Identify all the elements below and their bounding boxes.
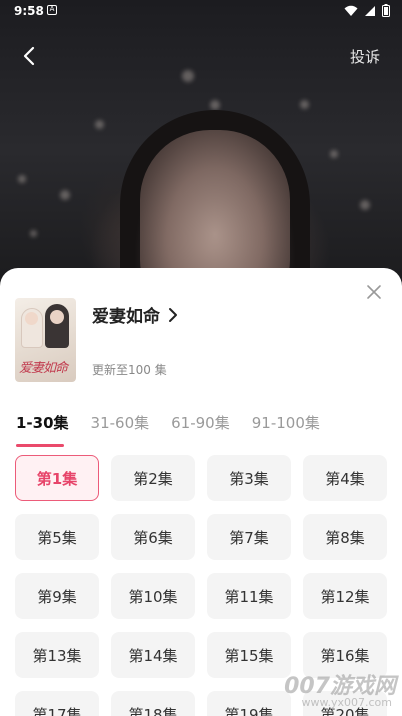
battery-icon	[382, 4, 390, 17]
signal-icon	[365, 5, 375, 16]
episode-button[interactable]: 第15集	[207, 632, 291, 678]
tab-range-4[interactable]: 91-100集	[252, 412, 320, 442]
status-bar: 9:58 A	[0, 0, 402, 24]
close-icon	[367, 285, 381, 299]
episode-button[interactable]: 第13集	[15, 632, 99, 678]
chevron-right-icon	[169, 307, 177, 322]
episode-button[interactable]: 第3集	[207, 455, 291, 501]
tab-range-3[interactable]: 61-90集	[171, 412, 230, 442]
episode-button[interactable]: 第19集	[207, 691, 291, 716]
drama-title: 爱妻如命	[92, 307, 160, 327]
episode-button[interactable]: 第12集	[303, 573, 387, 619]
drama-title-link[interactable]: 爱妻如命	[92, 302, 178, 327]
site-watermark-url: www.yx007.com	[301, 696, 392, 709]
complain-button[interactable]: 投诉	[350, 46, 380, 67]
tab-range-1[interactable]: 1-30集	[16, 412, 69, 442]
back-button[interactable]	[16, 42, 44, 70]
active-tab-indicator	[16, 444, 64, 447]
close-button[interactable]	[364, 282, 384, 302]
episode-button[interactable]: 第5集	[15, 514, 99, 560]
episode-button[interactable]: 第14集	[111, 632, 195, 678]
episode-range-tabs: 1-30集 31-60集 61-90集 91-100集	[16, 412, 342, 442]
episode-button[interactable]: 第17集	[15, 691, 99, 716]
video-player-background[interactable]	[0, 0, 402, 300]
notification-icon: A	[47, 5, 57, 15]
episode-button[interactable]: 第11集	[207, 573, 291, 619]
chevron-left-icon	[23, 46, 35, 66]
drama-poster[interactable]: 爱妻如命	[15, 298, 76, 382]
episode-button[interactable]: 第10集	[111, 573, 195, 619]
episode-button[interactable]: 第1集	[15, 455, 99, 501]
episode-button[interactable]: 第9集	[15, 573, 99, 619]
status-time: 9:58	[14, 4, 44, 18]
poster-logo: 爱妻如命	[19, 361, 68, 376]
episode-button[interactable]: 第7集	[207, 514, 291, 560]
episode-button[interactable]: 第6集	[111, 514, 195, 560]
episode-selector-sheet: 爱妻如命 爱妻如命 更新至100 集 1-30集 31-60集 61-90集 9…	[0, 268, 402, 716]
episode-button[interactable]: 第18集	[111, 691, 195, 716]
wifi-icon	[344, 5, 358, 16]
episode-button[interactable]: 第8集	[303, 514, 387, 560]
episode-button[interactable]: 第2集	[111, 455, 195, 501]
tab-range-2[interactable]: 31-60集	[91, 412, 150, 442]
episode-button[interactable]: 第4集	[303, 455, 387, 501]
update-status: 更新至100 集	[92, 363, 167, 377]
